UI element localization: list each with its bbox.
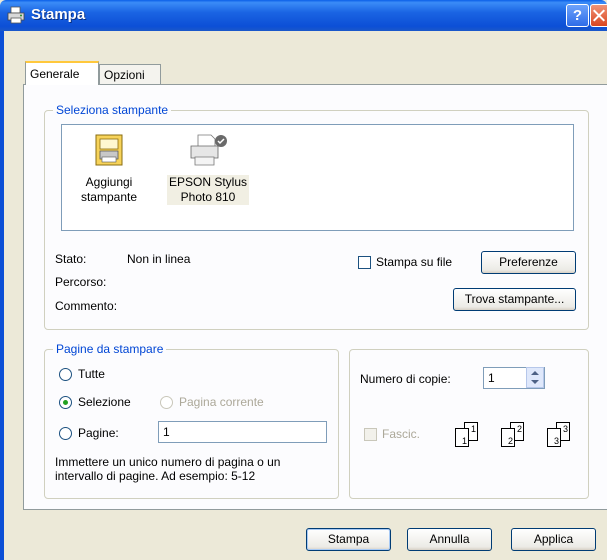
tab-generale[interactable]: Generale — [25, 61, 99, 85]
printer-icon — [190, 134, 227, 166]
collate-page: 2 — [501, 428, 515, 447]
select-printer-legend: Seleziona stampante — [53, 103, 172, 117]
path-label: Percorso: — [55, 275, 107, 289]
radio-pages-label: Pagine: — [78, 426, 119, 440]
add-printer-icon — [95, 134, 123, 166]
pages-input[interactable]: 1 — [158, 421, 327, 443]
print-to-file-label: Stampa su file — [376, 255, 453, 269]
help-button[interactable]: ? — [566, 4, 589, 27]
radio-all[interactable] — [59, 368, 72, 381]
radio-current-page[interactable] — [160, 396, 173, 409]
printer-item-add-line2: stampante — [80, 190, 138, 204]
printer-item-epson-label: EPSON Stylus Photo 810 — [166, 175, 250, 205]
spin-up-icon[interactable] — [531, 371, 539, 375]
spin-down-icon[interactable] — [531, 380, 539, 384]
find-printer-button[interactable]: Trova stampante... — [453, 288, 576, 311]
page-range-hint-line2: intervallo di pagine. Ad esempio: 5-12 — [55, 469, 256, 483]
copies-count-label: Numero di copie: — [360, 372, 451, 386]
copies-spinner[interactable] — [526, 367, 544, 388]
printer-item-epson-line2: Photo 810 — [180, 190, 236, 204]
printer-list[interactable]: Aggiungi stampante EPSON Stylus Photo 81… — [61, 124, 574, 231]
radio-selection[interactable] — [59, 396, 72, 409]
status-label: Stato: — [55, 252, 87, 266]
printer-app-icon — [7, 6, 25, 24]
printer-item-add-line1: Aggiungi — [85, 175, 133, 189]
collate-page: 1 — [455, 428, 469, 447]
preferences-button[interactable]: Preferenze — [481, 251, 576, 274]
comment-label: Commento: — [55, 299, 118, 313]
radio-all-label: Tutte — [78, 367, 105, 381]
page-range-legend: Pagine da stampare — [53, 342, 167, 356]
apply-button[interactable]: Applica — [511, 528, 596, 551]
printer-item-add[interactable]: Aggiungi stampante — [68, 133, 150, 205]
print-to-file-checkbox[interactable] — [358, 256, 371, 269]
printer-item-epson-line1: EPSON Stylus — [168, 175, 248, 189]
collate-label: Fascic. — [382, 427, 421, 441]
page-range-hint-line1: Immettere un unico numero di pagina o un — [55, 455, 281, 469]
radio-pages[interactable] — [59, 427, 72, 440]
collate-page: 3 — [547, 428, 561, 447]
tab-opzioni[interactable]: Opzioni — [99, 64, 161, 85]
collate-checkbox[interactable] — [364, 428, 377, 441]
radio-selection-label: Selezione — [78, 395, 131, 409]
window-frame — [0, 31, 4, 560]
printer-item-epson[interactable]: EPSON Stylus Photo 810 — [160, 133, 256, 205]
cancel-button[interactable]: Annulla — [407, 528, 492, 551]
title-bar[interactable]: Stampa ? — [0, 0, 607, 31]
print-button[interactable]: Stampa — [306, 528, 391, 551]
window-title: Stampa — [31, 6, 86, 23]
close-button[interactable] — [590, 4, 607, 27]
status-value: Non in linea — [127, 252, 191, 266]
radio-current-page-label: Pagina corrente — [179, 395, 264, 409]
